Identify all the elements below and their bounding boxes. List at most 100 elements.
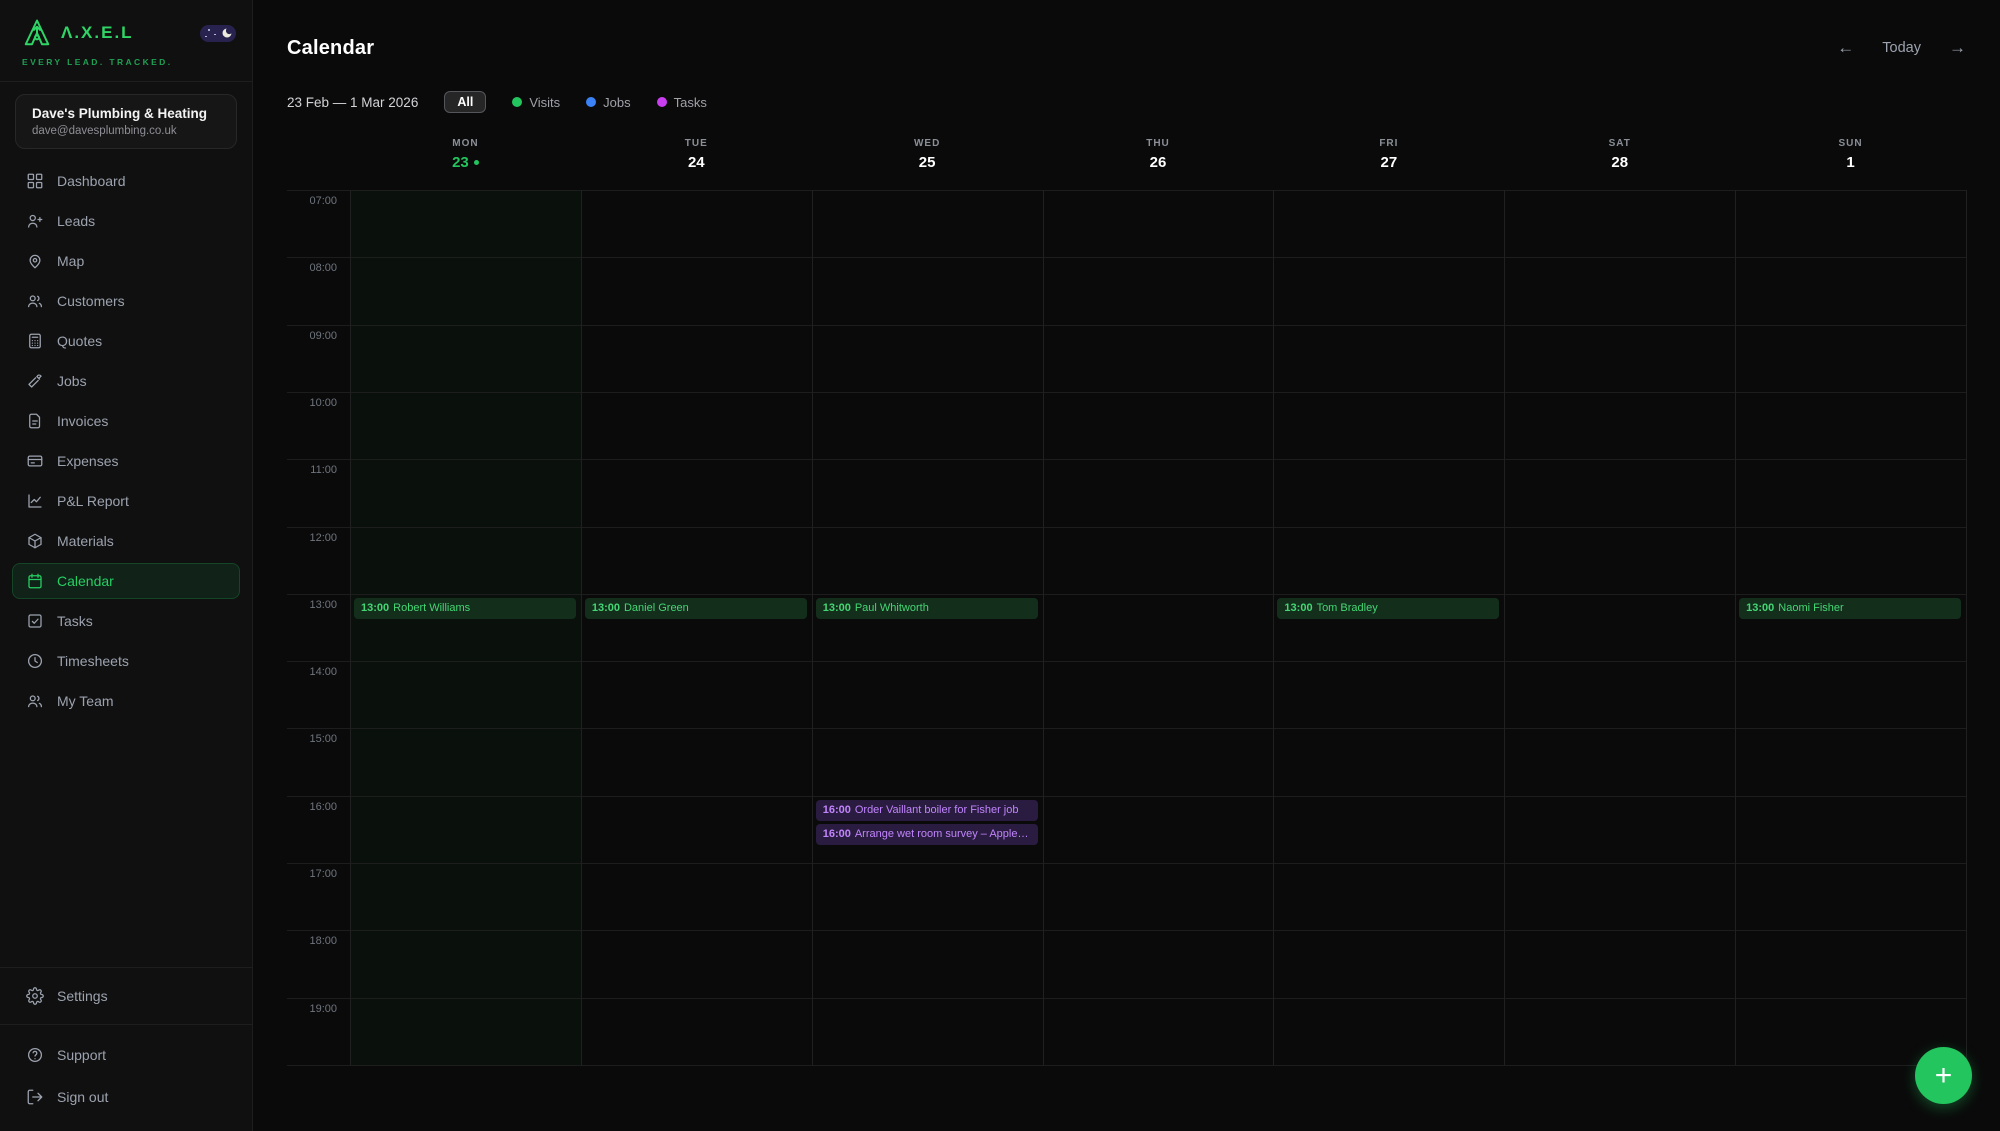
event-title: Naomi Fisher bbox=[1778, 602, 1843, 614]
sidebar-item-label: Invoices bbox=[57, 413, 108, 429]
calendar-event-visit[interactable]: 13:00Naomi Fisher bbox=[1739, 598, 1961, 619]
time-label: 08:00 bbox=[287, 262, 337, 274]
day-header-tue[interactable]: TUE24 bbox=[581, 132, 812, 190]
sidebar-item-calendar[interactable]: Calendar bbox=[12, 563, 240, 599]
calendar-event-visit[interactable]: 13:00Tom Bradley bbox=[1277, 598, 1499, 619]
calendar-event-visit[interactable]: 13:00Daniel Green bbox=[585, 598, 807, 619]
sidebar-item-label: Quotes bbox=[57, 333, 102, 349]
day-gridline bbox=[812, 190, 813, 1065]
event-time: 13:00 bbox=[361, 602, 389, 614]
sidebar-item-timesheets[interactable]: Timesheets bbox=[12, 643, 240, 679]
sidebar-item-p-l-report[interactable]: P&L Report bbox=[12, 483, 240, 519]
day-header-thu[interactable]: THU26 bbox=[1043, 132, 1274, 190]
time-label: 12:00 bbox=[287, 532, 337, 544]
time-gutter-spacer bbox=[287, 132, 350, 190]
time-label: 09:00 bbox=[287, 330, 337, 342]
next-week-button[interactable]: → bbox=[1949, 38, 1966, 58]
sidebar-item-expenses[interactable]: Expenses bbox=[12, 443, 240, 479]
filter-visits[interactable]: Visits bbox=[512, 95, 560, 110]
star-icon bbox=[205, 36, 207, 38]
hour-gridline bbox=[287, 1065, 1966, 1066]
sidebar-item-invoices[interactable]: Invoices bbox=[12, 403, 240, 439]
day-header-row: MON23TUE24WED25THU26FRI27SAT28SUN1 bbox=[287, 132, 1966, 190]
day-header-sat[interactable]: SAT28 bbox=[1504, 132, 1735, 190]
theme-toggle[interactable] bbox=[200, 25, 236, 42]
calendar-event-visit[interactable]: 13:00 Robert Williams bbox=[354, 598, 576, 619]
day-number: 27 bbox=[1273, 154, 1504, 171]
sidebar-item-label: Jobs bbox=[57, 373, 87, 389]
business-name: Dave's Plumbing & Heating bbox=[32, 106, 220, 121]
map-pin-icon bbox=[26, 252, 44, 270]
jobs-dot-icon bbox=[586, 97, 596, 107]
event-time: 16:00 bbox=[823, 828, 851, 840]
calendar-event-task[interactable]: 16:00Order Vaillant boiler for Fisher jo… bbox=[816, 800, 1038, 821]
sidebar-item-customers[interactable]: Customers bbox=[12, 283, 240, 319]
business-card[interactable]: Dave's Plumbing & Heating dave@davesplum… bbox=[15, 94, 237, 149]
day-of-week-label: TUE bbox=[581, 138, 812, 149]
day-number: 28 bbox=[1504, 154, 1735, 171]
sidebar-item-label: P&L Report bbox=[57, 493, 129, 509]
time-label: 14:00 bbox=[287, 666, 337, 678]
sidebar-item-my-team[interactable]: My Team bbox=[12, 683, 240, 719]
brand-name: Λ.X.E.L bbox=[61, 23, 134, 43]
sidebar-item-settings[interactable]: Settings bbox=[12, 978, 240, 1014]
moon-icon bbox=[221, 27, 233, 39]
gear-icon bbox=[26, 987, 44, 1005]
hour-gridline bbox=[287, 930, 1966, 931]
check-square-icon bbox=[26, 612, 44, 630]
calendar-event-visit[interactable]: 13:00Paul Whitworth bbox=[816, 598, 1038, 619]
chart-icon bbox=[26, 492, 44, 510]
day-header-fri[interactable]: FRI27 bbox=[1273, 132, 1504, 190]
sidebar-item-leads[interactable]: Leads bbox=[12, 203, 240, 239]
day-gridline bbox=[581, 190, 582, 1065]
time-label: 13:00 bbox=[287, 599, 337, 611]
filter-row: 23 Feb — 1 Mar 2026 AllVisitsJobsTasks bbox=[287, 90, 1966, 114]
calculator-icon bbox=[26, 332, 44, 350]
sidebar-item-jobs[interactable]: Jobs bbox=[12, 363, 240, 399]
filter-all[interactable]: All bbox=[444, 91, 486, 113]
hour-gridline bbox=[287, 257, 1966, 258]
sidebar-item-label: Settings bbox=[57, 988, 108, 1004]
add-event-button[interactable]: + bbox=[1915, 1047, 1972, 1104]
sidebar-item-tasks[interactable]: Tasks bbox=[12, 603, 240, 639]
event-title: Paul Whitworth bbox=[855, 602, 929, 614]
day-gridline bbox=[1966, 190, 1967, 1065]
box-icon bbox=[26, 532, 44, 550]
sidebar-item-support[interactable]: Support bbox=[12, 1037, 240, 1073]
main-content: Calendar ← Today → 23 Feb — 1 Mar 2026 A… bbox=[253, 0, 2000, 1131]
calendar-grid[interactable]: 07:0008:0009:0010:0011:0012:0013:0014:00… bbox=[287, 190, 1966, 1065]
hour-gridline bbox=[287, 190, 1966, 191]
event-time: 13:00 bbox=[592, 602, 620, 614]
axel-logo-icon bbox=[22, 18, 52, 48]
hammer-icon bbox=[26, 372, 44, 390]
event-title: Robert Williams bbox=[393, 602, 470, 614]
day-number: 26 bbox=[1043, 154, 1274, 171]
visits-dot-icon bbox=[512, 97, 522, 107]
today-column-highlight bbox=[350, 190, 581, 1065]
sidebar-item-dashboard[interactable]: Dashboard bbox=[12, 163, 240, 199]
calendar-event-task[interactable]: 16:00Arrange wet room survey – Appleton bbox=[816, 824, 1038, 845]
sidebar-item-materials[interactable]: Materials bbox=[12, 523, 240, 559]
star-icon bbox=[208, 29, 210, 31]
sidebar-item-map[interactable]: Map bbox=[12, 243, 240, 279]
sidebar-item-quotes[interactable]: Quotes bbox=[12, 323, 240, 359]
today-button[interactable]: Today bbox=[1882, 40, 1921, 56]
time-label: 15:00 bbox=[287, 733, 337, 745]
star-icon bbox=[214, 34, 216, 36]
hour-gridline bbox=[287, 325, 1966, 326]
sidebar-item-sign-out[interactable]: Sign out bbox=[12, 1079, 240, 1115]
day-header-wed[interactable]: WED25 bbox=[812, 132, 1043, 190]
day-of-week-label: MON bbox=[350, 138, 581, 149]
day-header-sun[interactable]: SUN1 bbox=[1735, 132, 1966, 190]
hour-gridline bbox=[287, 392, 1966, 393]
time-label: 16:00 bbox=[287, 801, 337, 813]
today-dot-icon bbox=[474, 160, 479, 165]
page-header: Calendar ← Today → bbox=[287, 0, 1966, 70]
event-title: Tom Bradley bbox=[1317, 602, 1378, 614]
filter-jobs[interactable]: Jobs bbox=[586, 95, 630, 110]
day-header-mon[interactable]: MON23 bbox=[350, 132, 581, 190]
prev-week-button[interactable]: ← bbox=[1837, 38, 1854, 58]
time-label: 18:00 bbox=[287, 935, 337, 947]
sidebar-item-label: Materials bbox=[57, 533, 114, 549]
filter-tasks[interactable]: Tasks bbox=[657, 95, 707, 110]
